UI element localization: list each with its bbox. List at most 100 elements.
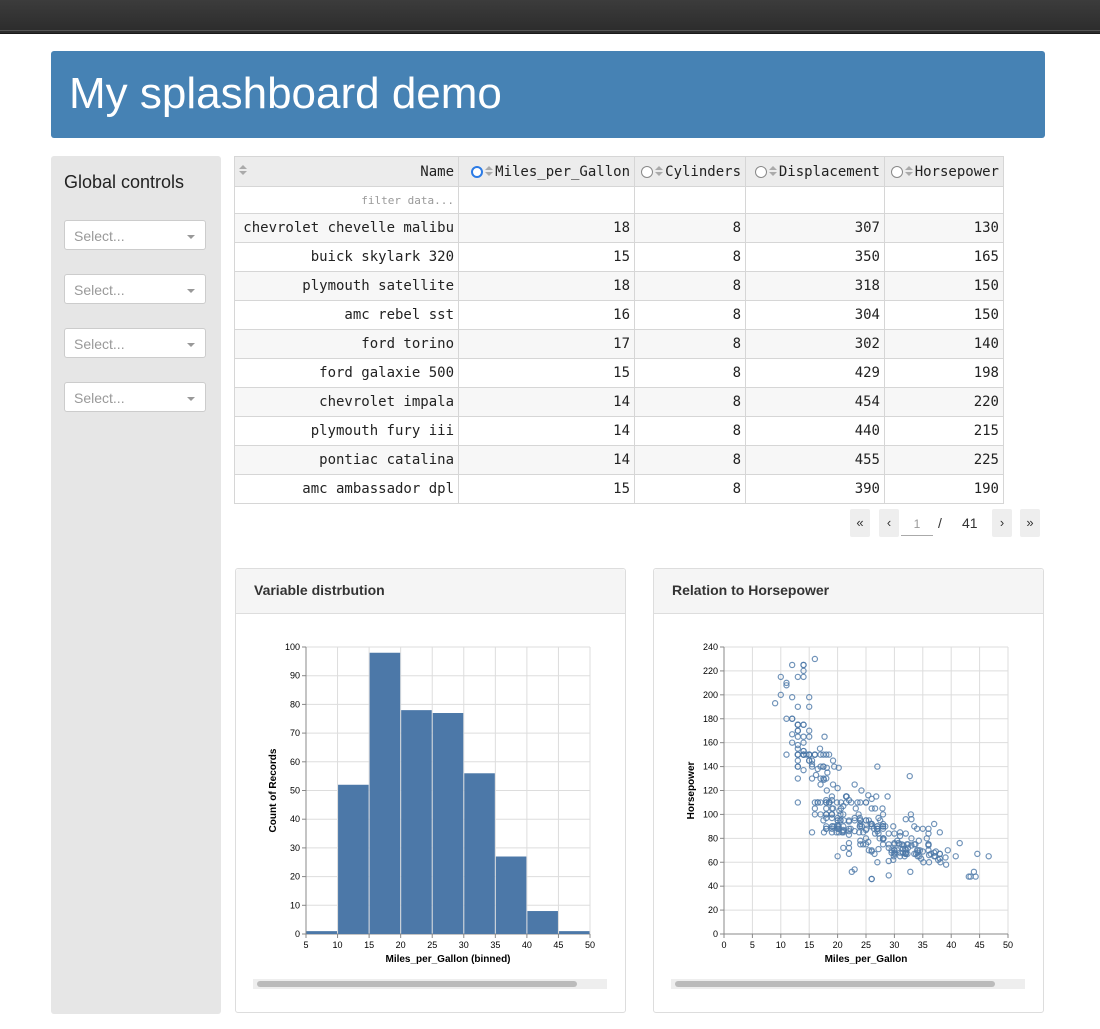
scatter-point: [942, 861, 950, 868]
global-select-1[interactable]: Select...: [64, 220, 206, 250]
scatter-point: [879, 805, 886, 812]
table-row[interactable]: chevrolet impala 14 8 454 220: [234, 387, 1004, 417]
prev-page-button[interactable]: ‹: [879, 509, 899, 537]
y-tick-label: 240: [703, 642, 718, 652]
sort-icon[interactable]: [655, 165, 664, 178]
table-row[interactable]: ford galaxie 500 15 8 429 198: [234, 358, 1004, 388]
scatter-point: [868, 875, 875, 883]
chart-scrollbar[interactable]: [671, 979, 1025, 989]
scatter-point: [873, 793, 880, 800]
cell-name: ford galaxie 500: [234, 358, 459, 388]
table-row[interactable]: amc ambassador dpl 15 8 390 190: [234, 474, 1004, 504]
histogram-bar: [369, 652, 401, 934]
table-row[interactable]: plymouth satellite 18 8 318 150: [234, 271, 1004, 301]
sort-icon[interactable]: [904, 165, 913, 178]
histogram-chart: 0 10 20 30 40 50 60 70 80 90 100 5 10 15 20 25 30 35 40 45 5…: [268, 642, 595, 965]
table-row[interactable]: chevrolet chevelle malibu 18 8 307 130: [234, 213, 1004, 243]
chart-scrollbar[interactable]: [253, 979, 607, 989]
cell-cylinders: 8: [634, 329, 746, 359]
cell-displacement: 307: [745, 213, 885, 243]
cell-horsepower: 220: [884, 387, 1004, 417]
cell-mpg: 14: [458, 445, 635, 475]
cell-horsepower: 150: [884, 271, 1004, 301]
column-label: Name: [420, 163, 454, 180]
column-select-radio[interactable]: [641, 165, 654, 178]
scatter-point: [906, 772, 913, 780]
table-row[interactable]: buick skylark 320 15 8 350 165: [234, 242, 1004, 272]
table-row[interactable]: amc rebel sst 16 8 304 150: [234, 300, 1004, 330]
filter-input-cylinders[interactable]: [634, 186, 746, 214]
table-row[interactable]: ford torino 17 8 302 140: [234, 329, 1004, 359]
scatter-point: [956, 839, 963, 847]
filter-input-displacement[interactable]: [745, 186, 885, 214]
column-header-cylinders[interactable]: Cylinders: [634, 156, 746, 187]
filter-input-horsepower[interactable]: [884, 186, 1004, 214]
scrollbar-thumb[interactable]: [675, 981, 995, 987]
cell-name: ford torino: [234, 329, 459, 359]
column-select-radio[interactable]: [471, 165, 484, 178]
global-select-4[interactable]: Select...: [64, 382, 206, 412]
card-title: Variable distrbution: [254, 582, 385, 598]
sort-icon[interactable]: [768, 165, 777, 178]
scatter-point: [788, 731, 796, 738]
y-tick-label: 80: [708, 833, 718, 843]
data-table: Name Miles_per_Gallon Cylinders Displace…: [234, 156, 1045, 504]
scatter-point: [800, 766, 807, 774]
x-tick-label: 25: [861, 940, 871, 950]
page-number-input[interactable]: [901, 513, 933, 536]
cell-name: buick skylark 320: [234, 242, 459, 272]
next-page-button[interactable]: ›: [992, 509, 1012, 537]
sort-icon[interactable]: [485, 165, 494, 178]
scatter-point: [884, 793, 891, 800]
cell-displacement: 440: [745, 416, 885, 446]
column-select-radio[interactable]: [754, 165, 767, 178]
card-variable-distribution: Variable distrbution 0 10 20 30 40 50 60 70 80 90…: [235, 568, 626, 1013]
column-header-horsepower[interactable]: Horsepower: [884, 156, 1004, 187]
scrollbar-thumb[interactable]: [257, 981, 577, 987]
column-header-name[interactable]: Name: [234, 156, 459, 187]
browser-top-bar: [0, 0, 1100, 34]
scatter-point: [829, 757, 837, 764]
first-page-button[interactable]: «: [850, 509, 870, 537]
scatter-point: [885, 830, 892, 837]
scatter-point: [944, 847, 951, 854]
scatter-point: [817, 781, 824, 788]
scatter-point: [821, 733, 828, 740]
cell-displacement: 454: [745, 387, 885, 417]
scatter-point: [800, 721, 807, 728]
scatter-point: [794, 703, 802, 710]
cell-name: plymouth satellite: [234, 271, 459, 301]
scatter-point: [930, 820, 938, 828]
select-placeholder: Select...: [74, 282, 125, 298]
scatter-point: [985, 853, 992, 860]
column-header-mpg[interactable]: Miles_per_Gallon: [458, 156, 635, 187]
filter-input-name[interactable]: filter data...: [234, 186, 459, 214]
scatter-point: [794, 721, 802, 728]
scatter-point: [788, 661, 796, 669]
filter-input-mpg[interactable]: [458, 186, 635, 214]
cell-horsepower: 198: [884, 358, 1004, 388]
table-row[interactable]: plymouth fury iii 14 8 440 215: [234, 416, 1004, 446]
histogram-bar: [306, 931, 338, 934]
scatter-point: [794, 757, 802, 764]
scatter-point: [828, 793, 836, 800]
column-header-displacement[interactable]: Displacement: [745, 156, 885, 187]
scatter-point: [936, 829, 944, 836]
global-select-2[interactable]: Select...: [64, 274, 206, 304]
global-select-3[interactable]: Select...: [64, 328, 206, 358]
column-select-radio[interactable]: [890, 165, 903, 178]
scatter-point: [811, 655, 819, 663]
cell-cylinders: 8: [634, 445, 746, 475]
scatter-point: [794, 733, 802, 740]
scatter-point: [788, 694, 796, 701]
y-tick-label: 40: [708, 881, 718, 891]
scatter-point: [811, 805, 819, 812]
page-title: My splashboard demo: [69, 69, 502, 118]
last-page-button[interactable]: »: [1020, 509, 1040, 537]
table-row[interactable]: pontiac catalina 14 8 455 225: [234, 445, 1004, 475]
scatter-point: [970, 868, 978, 876]
cell-horsepower: 225: [884, 445, 1004, 475]
cell-name: amc rebel sst: [234, 300, 459, 330]
scatter-point: [952, 853, 959, 860]
sort-icon[interactable]: [239, 164, 247, 177]
